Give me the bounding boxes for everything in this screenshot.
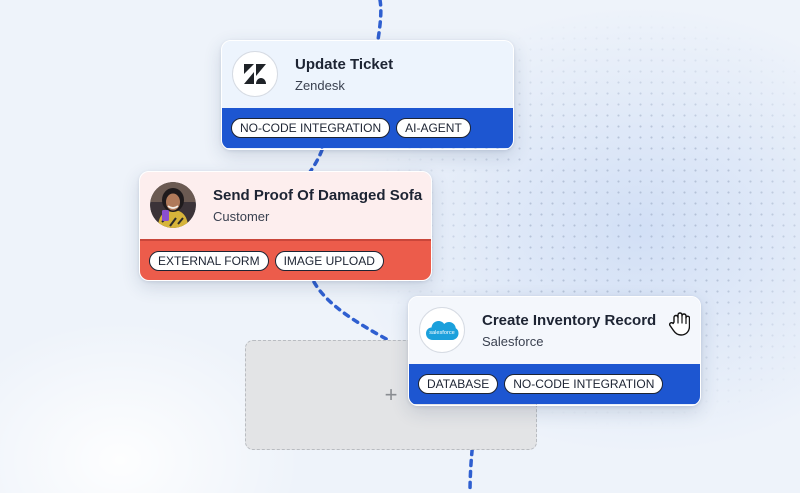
tag-database: DATABASE <box>418 374 499 394</box>
step-card-send-proof[interactable]: Send Proof Of Damaged Sofa Customer EXTE… <box>139 171 432 281</box>
zendesk-logo-icon <box>232 51 278 97</box>
card-header: Send Proof Of Damaged Sofa Customer <box>140 172 431 241</box>
tag-image-upload: IMAGE UPLOAD <box>274 250 384 271</box>
card-tags: DATABASE NO-CODE INTEGRATION <box>409 364 700 404</box>
customer-avatar <box>150 182 196 228</box>
card-title: Send Proof Of Damaged Sofa <box>213 187 423 204</box>
card-title: Update Ticket <box>295 56 394 73</box>
step-card-create-inventory[interactable]: salesforce Create Inventory Record Sales… <box>408 296 701 406</box>
tag-no-code-integration: NO-CODE INTEGRATION <box>231 118 391 138</box>
tag-external-form: EXTERNAL FORM <box>149 250 269 271</box>
tag-ai-agent: AI-AGENT <box>396 118 471 138</box>
salesforce-logo-icon: salesforce <box>419 307 465 353</box>
connector-top <box>376 0 383 42</box>
card-subtitle: Customer <box>213 209 270 224</box>
connector-zendesk-to-customer <box>308 148 324 174</box>
card-tags: EXTERNAL FORM IMAGE UPLOAD <box>140 241 431 280</box>
card-header: salesforce Create Inventory Record Sales… <box>409 297 700 364</box>
card-subtitle: Zendesk <box>295 78 345 93</box>
step-card-update-ticket[interactable]: Update Ticket Zendesk NO-CODE INTEGRATIO… <box>221 40 514 150</box>
card-title: Create Inventory Record <box>482 312 657 329</box>
card-subtitle: Salesforce <box>482 334 544 349</box>
tag-no-code-integration: NO-CODE INTEGRATION <box>504 374 664 394</box>
workflow-canvas: + Update Ticket Zendesk NO-CODE INTEGRAT… <box>0 0 800 493</box>
card-tags: NO-CODE INTEGRATION AI-AGENT <box>222 108 513 148</box>
card-header: Update Ticket Zendesk <box>222 41 513 108</box>
salesforce-logo-text: salesforce <box>429 330 455 336</box>
plus-icon[interactable]: + <box>385 384 398 406</box>
hand-cursor-icon <box>668 312 691 336</box>
